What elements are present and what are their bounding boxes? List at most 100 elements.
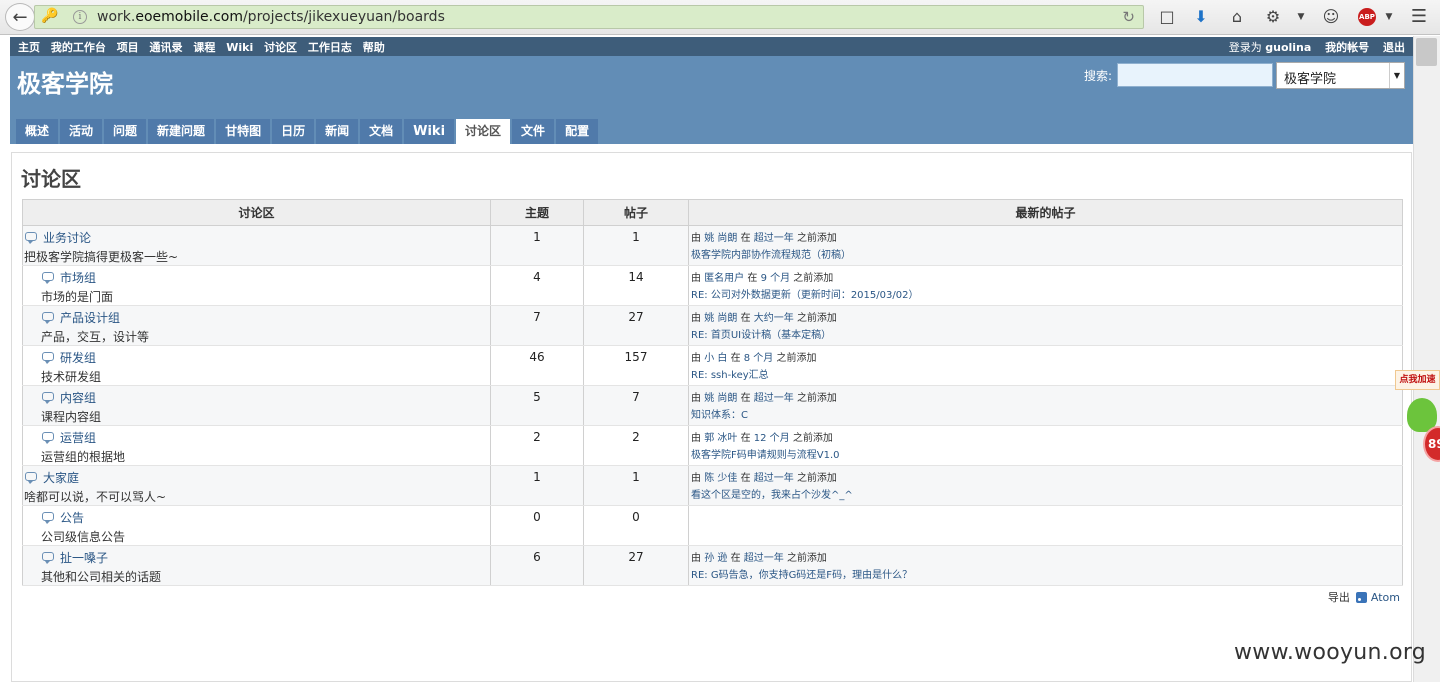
last-author-link[interactable]: 姚 尚朗 [704, 233, 737, 244]
last-author-link[interactable]: 姚 尚朗 [704, 393, 737, 404]
last-message-link[interactable]: 极客学院F码申请规则与流程V1.0 [691, 447, 1402, 464]
top-menu-worklog[interactable]: 工作日志 [308, 41, 352, 54]
top-menu-contacts[interactable]: 通讯录 [150, 41, 183, 54]
board-link[interactable]: 研发组 [60, 349, 96, 366]
account-menu: 登录为 guolina 我的帐号 退出 [1209, 39, 1405, 55]
home-icon[interactable]: ⌂ [1226, 7, 1248, 27]
board-link[interactable]: 公告 [60, 509, 84, 526]
last-message-link[interactable]: 看这个区是空的，我来占个沙发^_^ [691, 487, 1402, 504]
tab-overview[interactable]: 概述 [16, 119, 59, 144]
last-time-link[interactable]: 8 个月 [744, 353, 774, 364]
tab-issues[interactable]: 问题 [104, 119, 147, 144]
top-menu-left: 主页 我的工作台 项目 通讯录 课程 Wiki 讨论区 工作日志 帮助 [18, 39, 392, 55]
board-link[interactable]: 内容组 [60, 389, 96, 406]
top-menu-my-page[interactable]: 我的工作台 [51, 41, 106, 54]
table-row: 大家庭 啥都可以说，不可以骂人~ 1 1 由 陈 少佳 在 超过一年 之前添加 看这个区是… [22, 465, 1403, 506]
project-jump-select[interactable]: 极客学院 ▼ [1276, 62, 1405, 89]
address-bar[interactable]: 🔑 i work.eoemobile.com/projects/jikexuey… [34, 5, 1144, 29]
login-user[interactable]: guolina [1265, 41, 1311, 54]
scrollbar-thumb[interactable] [1416, 38, 1437, 66]
pocket-icon[interactable]: □ [1156, 7, 1178, 27]
info-icon[interactable]: i [73, 10, 87, 24]
tab-wiki[interactable]: Wiki [404, 119, 455, 144]
tab-activity[interactable]: 活动 [60, 119, 103, 144]
tab-files[interactable]: 文件 [512, 119, 555, 144]
hamburger-menu-icon[interactable]: ☰ [1408, 7, 1430, 27]
board-link[interactable]: 业务讨论 [43, 229, 91, 246]
tab-gantt[interactable]: 甘特图 [216, 119, 271, 144]
last-author-link[interactable]: 陈 少佳 [704, 473, 737, 484]
last-time-link[interactable]: 超过一年 [754, 473, 794, 484]
last-author-link[interactable]: 郭 冰叶 [704, 433, 737, 444]
last-message-link[interactable]: RE: 首页UI设计稿（基本定稿） [691, 327, 1402, 344]
download-icon[interactable]: ⬇ [1190, 7, 1212, 27]
last-time-link[interactable]: 9 个月 [761, 273, 791, 284]
posts-count: 27 [583, 545, 689, 586]
last-time-link[interactable]: 超过一年 [744, 553, 784, 564]
last-author-link[interactable]: 匿名用户 [704, 273, 744, 284]
board-description: 产品，交互，设计等 [41, 330, 150, 344]
top-menu-boards[interactable]: 讨论区 [264, 41, 297, 54]
top-menu-home[interactable]: 主页 [18, 41, 40, 54]
last-message-link[interactable]: RE: G码告急，你支持G码还是F码，理由是什么？ [691, 567, 1402, 584]
board-link[interactable]: 扯一嗓子 [60, 549, 108, 566]
last-time-link[interactable]: 超过一年 [754, 393, 794, 404]
tab-documents[interactable]: 文档 [360, 119, 403, 144]
last-author-link[interactable]: 姚 尚朗 [704, 313, 737, 324]
last-time-link[interactable]: 12 个月 [754, 433, 790, 444]
last-message-link[interactable]: RE: ssh-key汇总 [691, 367, 1402, 384]
atom-feed-link[interactable]: Atom [1371, 591, 1400, 604]
last-message-link[interactable]: 知识体系：C [691, 407, 1402, 424]
last-time-link[interactable]: 超过一年 [754, 233, 794, 244]
top-menu-courses[interactable]: 课程 [193, 41, 215, 54]
adblock-icon[interactable]: ABP [1358, 8, 1376, 26]
boards-table: 讨论区 主题 帖子 最新的帖子 业务讨论 把极客学院搞得更极客一些~ 1 1 由 姚 尚… [22, 199, 1403, 586]
watermark: www.wooyun.org [1234, 640, 1427, 665]
back-arrow-icon[interactable]: ← [5, 3, 35, 31]
last-author-link[interactable]: 小 白 [704, 353, 727, 364]
last-message-link[interactable]: RE: 公司对外数据更新（更新时间：2015/03/02） [691, 287, 1402, 304]
board-cell: 业务讨论 把极客学院搞得更极客一些~ [22, 225, 491, 266]
my-account-link[interactable]: 我的帐号 [1325, 41, 1369, 54]
topics-count: 1 [490, 465, 584, 506]
extension-icon[interactable]: ⚙ [1262, 7, 1284, 27]
board-cell: 公告 公司级信息公告 [22, 505, 491, 546]
top-menu-wiki[interactable]: Wiki [226, 41, 253, 54]
by-prefix: 由 [691, 273, 701, 284]
added-suffix: 之前添加 [792, 433, 833, 444]
speed-up-widget[interactable]: 点我加速 89 [1393, 370, 1440, 470]
board-link[interactable]: 市场组 [60, 269, 96, 286]
tab-boards[interactable]: 讨论区 [456, 119, 511, 144]
board-link[interactable]: 运营组 [60, 429, 96, 446]
speed-badge[interactable]: 89 [1423, 426, 1440, 462]
export-links: 导出 Atom [1328, 589, 1400, 605]
last-message-cell [688, 505, 1403, 546]
in-label: 在 [730, 553, 741, 564]
board-link[interactable]: 大家庭 [43, 469, 79, 486]
reload-icon[interactable]: ↻ [1122, 8, 1135, 26]
added-suffix: 之前添加 [776, 353, 817, 364]
vertical-scrollbar[interactable] [1413, 36, 1440, 682]
board-description: 运营组的根据地 [41, 450, 126, 464]
last-author-link[interactable]: 孙 逊 [704, 553, 727, 564]
tab-calendar[interactable]: 日历 [272, 119, 315, 144]
in-label: 在 [730, 353, 741, 364]
chat-icon[interactable]: ☺ [1320, 7, 1342, 27]
chevron-down-icon[interactable]: ▼ [1378, 7, 1400, 27]
tab-new-issue[interactable]: 新建问题 [148, 119, 215, 144]
last-time-link[interactable]: 大约一年 [754, 313, 794, 324]
by-prefix: 由 [691, 233, 701, 244]
chevron-down-icon[interactable]: ▼ [1389, 63, 1404, 88]
last-message-link[interactable]: 极客学院内部协作流程规范（初稿） [691, 247, 1402, 264]
last-message-cell: 由 陈 少佳 在 超过一年 之前添加 看这个区是空的，我来占个沙发^_^ [688, 465, 1403, 506]
tab-news[interactable]: 新闻 [316, 119, 359, 144]
logout-link[interactable]: 退出 [1383, 41, 1405, 54]
top-menu-help[interactable]: 帮助 [363, 41, 385, 54]
tab-settings[interactable]: 配置 [556, 119, 599, 144]
top-menu-projects[interactable]: 项目 [117, 41, 139, 54]
board-link[interactable]: 产品设计组 [60, 309, 120, 326]
chevron-down-icon[interactable]: ▼ [1290, 7, 1312, 27]
rss-feed-icon[interactable] [1355, 591, 1367, 603]
search-input[interactable] [1117, 63, 1273, 87]
speed-up-label[interactable]: 点我加速 [1395, 370, 1440, 390]
